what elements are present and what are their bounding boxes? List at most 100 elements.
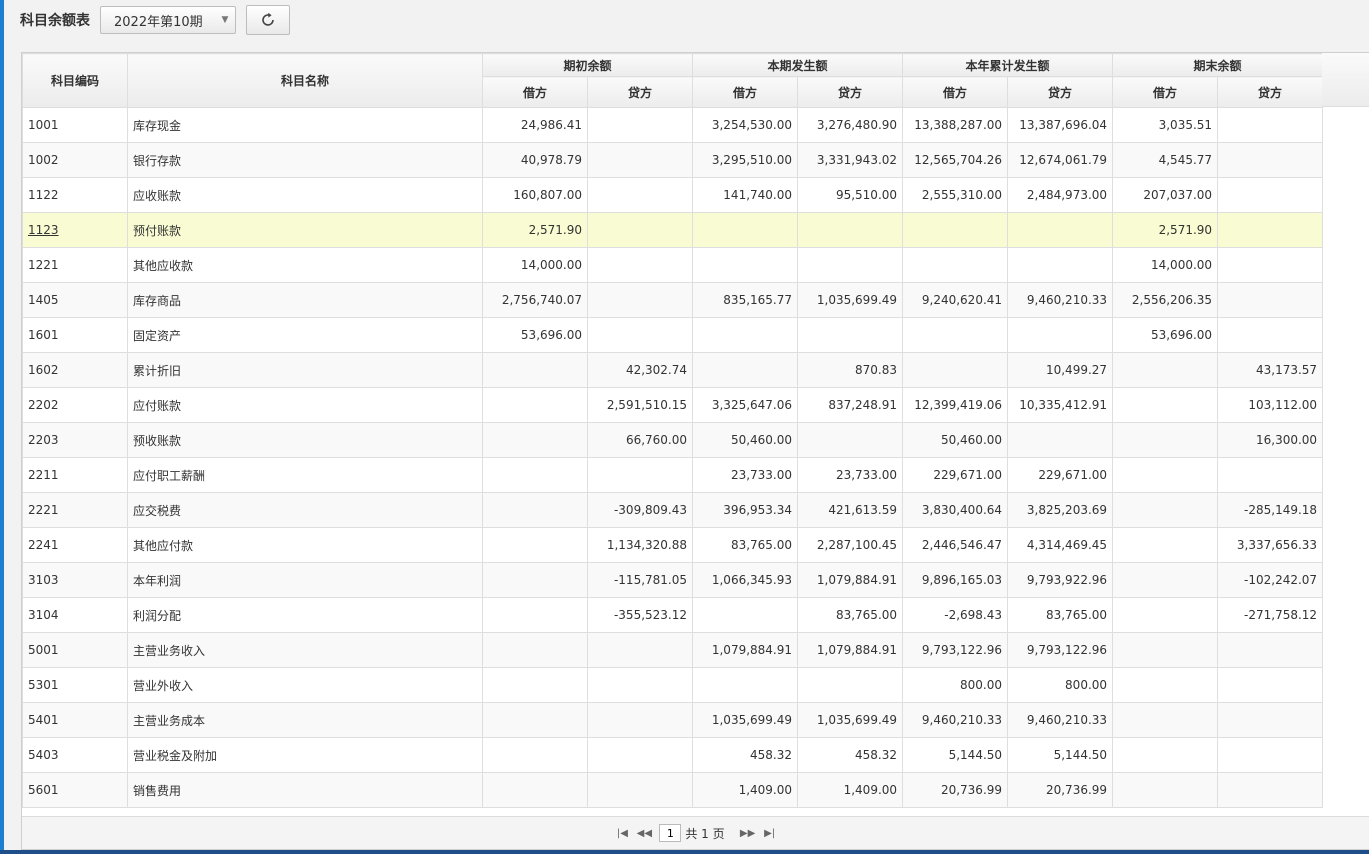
header-ytd-debit[interactable]: 借方	[902, 76, 1009, 108]
account-code-text: 1002	[28, 153, 59, 167]
left-edge-bar	[0, 0, 4, 854]
chevron-down-icon: ▼	[221, 15, 229, 25]
table-row[interactable]: 1001 库存现金 24,986.41 3,254,530.00 3,276,480.9…	[22, 107, 1324, 143]
header-account-code[interactable]: 科目编码	[22, 53, 128, 108]
cell-period-credit	[797, 212, 904, 248]
cell-ytd-credit: 5,144.50	[1007, 737, 1114, 773]
table-row[interactable]: 5301 营业外收入 800.00 800.00	[22, 667, 1324, 703]
header-opening-debit[interactable]: 借方	[482, 76, 588, 108]
cell-account-code[interactable]: 3103	[22, 562, 128, 598]
table-row[interactable]: 5601 销售费用 1,409.00 1,409.00 20,736.99 20,736.…	[22, 772, 1324, 808]
cell-opening-credit: 66,760.00	[586, 422, 694, 458]
cell-account-code[interactable]: 1601	[22, 317, 128, 353]
cell-account-code[interactable]: 5403	[22, 737, 128, 773]
cell-period-credit: 3,276,480.90	[797, 107, 904, 143]
last-page-icon[interactable]: ▶|	[759, 828, 781, 839]
cell-period-credit: 83,765.00	[797, 597, 904, 633]
cell-account-code[interactable]: 2211	[22, 457, 128, 493]
table-row[interactable]: 1221 其他应收款 14,000.00 14,000.00	[22, 247, 1324, 283]
cell-period-debit: 1,409.00	[692, 772, 799, 808]
first-page-icon[interactable]: |◀	[611, 828, 633, 839]
cell-account-code[interactable]: 1002	[22, 142, 128, 178]
cell-account-code[interactable]: 1001	[22, 107, 128, 143]
cell-account-name: 累计折旧	[127, 352, 483, 388]
table-row[interactable]: 1123 预付账款 2,571.90 2,571.90	[22, 212, 1324, 248]
table-row[interactable]: 5001 主营业务收入 1,079,884.91 1,079,884.91 9,793,…	[22, 632, 1324, 668]
table-row[interactable]: 2203 预收账款 66,760.00 50,460.00 50,460.00 16,30…	[22, 422, 1324, 458]
header-opening-credit[interactable]: 贷方	[586, 76, 694, 108]
cell-account-code[interactable]: 5301	[22, 667, 128, 703]
cell-period-credit	[797, 247, 904, 283]
prev-page-icon[interactable]: ◀◀	[633, 828, 655, 839]
cell-closing-debit	[1112, 562, 1219, 598]
header-closing-credit[interactable]: 贷方	[1217, 76, 1324, 108]
cell-closing-debit	[1112, 457, 1219, 493]
cell-ytd-credit	[1007, 422, 1114, 458]
cell-opening-credit: -355,523.12	[586, 597, 694, 633]
cell-ytd-credit: 83,765.00	[1007, 597, 1114, 633]
cell-opening-debit: 40,978.79	[482, 142, 588, 178]
account-code-text: 5301	[28, 678, 59, 692]
table-row[interactable]: 1602 累计折旧 42,302.74 870.83 10,499.27 43,173.5…	[22, 352, 1324, 388]
header-period-debit[interactable]: 借方	[692, 76, 799, 108]
cell-ytd-debit: 9,896,165.03	[902, 562, 1009, 598]
table-row[interactable]: 2202 应付账款 2,591,510.15 3,325,647.06 837,248.…	[22, 387, 1324, 423]
cell-account-code[interactable]: 1123	[22, 212, 128, 248]
header-period-credit[interactable]: 贷方	[797, 76, 904, 108]
cell-opening-credit: -309,809.43	[586, 492, 694, 528]
next-page-icon[interactable]: ▶▶	[737, 828, 759, 839]
table-row[interactable]: 3103 本年利润 -115,781.05 1,066,345.93 1,079,884…	[22, 562, 1324, 598]
cell-ytd-credit: 10,335,412.91	[1007, 387, 1114, 423]
cell-opening-debit	[482, 632, 588, 668]
cell-account-code[interactable]: 5401	[22, 702, 128, 738]
cell-period-credit: 1,035,699.49	[797, 282, 904, 318]
table-row[interactable]: 2221 应交税费 -309,809.43 396,953.34 421,613.59 3…	[22, 492, 1324, 528]
cell-period-debit: 3,295,510.00	[692, 142, 799, 178]
cell-account-name: 银行存款	[127, 142, 483, 178]
table-row[interactable]: 5401 主营业务成本 1,035,699.49 1,035,699.49 9,460,…	[22, 702, 1324, 738]
cell-account-code[interactable]: 1122	[22, 177, 128, 213]
cell-account-code[interactable]: 2202	[22, 387, 128, 423]
period-select[interactable]: 2022年第10期 ▼	[100, 6, 236, 34]
table-row[interactable]: 2241 其他应付款 1,134,320.88 83,765.00 2,287,100.…	[22, 527, 1324, 563]
cell-closing-credit: -102,242.07	[1217, 562, 1324, 598]
cell-period-debit: 141,740.00	[692, 177, 799, 213]
cell-account-code[interactable]: 1221	[22, 247, 128, 283]
cell-account-name: 固定资产	[127, 317, 483, 353]
cell-ytd-credit: 229,671.00	[1007, 457, 1114, 493]
table-row[interactable]: 1601 固定资产 53,696.00 53,696.00	[22, 317, 1324, 353]
toolbar: 科目余额表 2022年第10期 ▼	[20, 4, 290, 36]
cell-account-code[interactable]: 2221	[22, 492, 128, 528]
cell-closing-debit	[1112, 737, 1219, 773]
cell-account-code[interactable]: 5601	[22, 772, 128, 808]
page-number-input[interactable]	[659, 824, 682, 842]
cell-account-code[interactable]: 2203	[22, 422, 128, 458]
cell-account-code[interactable]: 3104	[22, 597, 128, 633]
cell-ytd-debit: 3,830,400.64	[902, 492, 1009, 528]
cell-ytd-debit: 2,555,310.00	[902, 177, 1009, 213]
table-row[interactable]: 1002 银行存款 40,978.79 3,295,510.00 3,331,943.0…	[22, 142, 1324, 178]
table-row[interactable]: 5403 营业税金及附加 458.32 458.32 5,144.50 5,144.50	[22, 737, 1324, 773]
cell-account-code[interactable]: 1405	[22, 282, 128, 318]
cell-period-credit: 1,079,884.91	[797, 632, 904, 668]
cell-opening-credit: 42,302.74	[586, 352, 694, 388]
header-account-name[interactable]: 科目名称	[127, 53, 483, 108]
table-row[interactable]: 2211 应付职工薪酬 23,733.00 23,733.00 229,671.00 22…	[22, 457, 1324, 493]
header-closing-debit[interactable]: 借方	[1112, 76, 1219, 108]
header-ytd-credit[interactable]: 贷方	[1007, 76, 1114, 108]
cell-closing-debit: 207,037.00	[1112, 177, 1219, 213]
table-row[interactable]: 1405 库存商品 2,756,740.07 835,165.77 1,035,699.…	[22, 282, 1324, 318]
cell-account-name: 预收账款	[127, 422, 483, 458]
cell-ytd-credit: 4,314,469.45	[1007, 527, 1114, 563]
cell-period-credit	[797, 317, 904, 353]
table-row[interactable]: 1122 应收账款 160,807.00 141,740.00 95,510.00 2,5…	[22, 177, 1324, 213]
table-row[interactable]: 3104 利润分配 -355,523.12 83,765.00 -2,698.43 83,…	[22, 597, 1324, 633]
cell-account-code[interactable]: 1602	[22, 352, 128, 388]
cell-period-debit	[692, 212, 799, 248]
cell-closing-debit: 4,545.77	[1112, 142, 1219, 178]
cell-opening-credit	[586, 317, 694, 353]
cell-period-credit: 95,510.00	[797, 177, 904, 213]
refresh-button[interactable]	[246, 5, 290, 35]
cell-account-code[interactable]: 5001	[22, 632, 128, 668]
cell-account-code[interactable]: 2241	[22, 527, 128, 563]
